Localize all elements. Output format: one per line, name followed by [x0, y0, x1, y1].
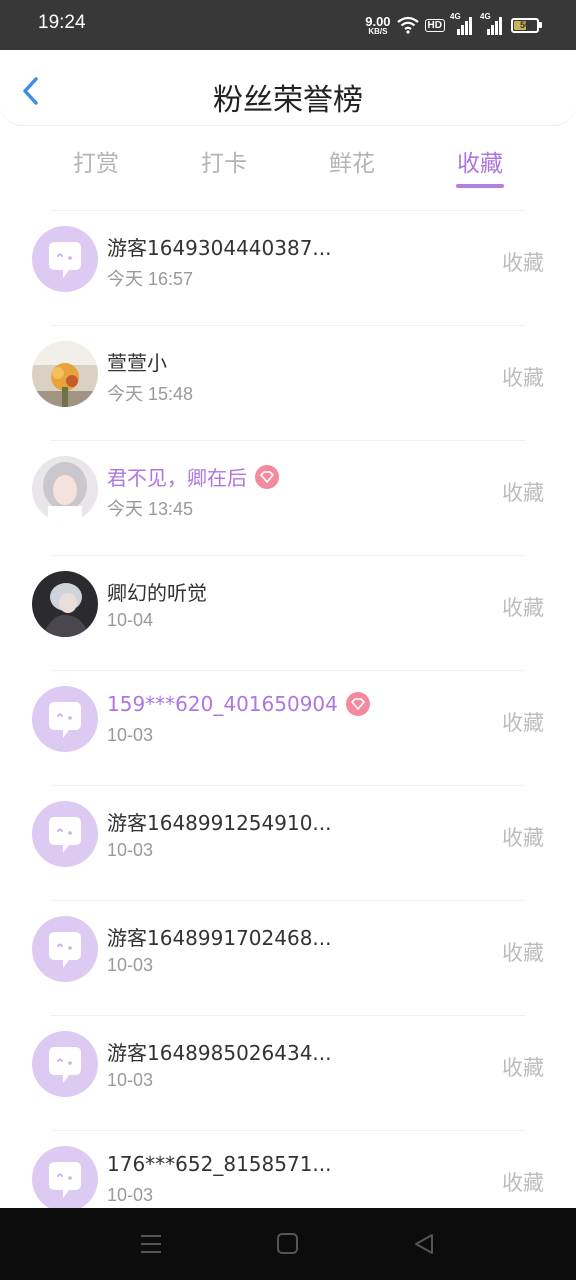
- tab-bar: 打赏 打卡 鲜花 收藏: [0, 126, 576, 200]
- home-square-icon: [277, 1233, 298, 1254]
- user-name: 萱萱小: [107, 351, 167, 375]
- list-item[interactable]: 游客1648991702468... 10-03 收藏: [0, 900, 576, 1015]
- list-item[interactable]: 游客1649304440387... 今天 16:57 收藏: [0, 210, 576, 325]
- avatar: [32, 226, 98, 292]
- timestamp: 10-03: [107, 1070, 154, 1090]
- default-avatar-icon: [49, 817, 81, 853]
- avatar: [32, 686, 98, 752]
- hd-icon: HD: [424, 18, 445, 32]
- list-item[interactable]: 159***620_401650904 10-03 收藏: [0, 670, 576, 785]
- action-label: 收藏: [502, 366, 544, 390]
- action-label: 收藏: [502, 941, 544, 965]
- tab-flowers[interactable]: 鲜花: [302, 144, 402, 178]
- avatar: [32, 1031, 98, 1097]
- user-photo: [32, 571, 98, 637]
- tab-favorites[interactable]: 收藏: [430, 144, 530, 178]
- network-speed: 9.00 KB/S: [365, 13, 391, 36]
- action-label: 收藏: [502, 711, 544, 735]
- action-label: 收藏: [502, 251, 544, 275]
- action-label: 收藏: [502, 481, 544, 505]
- tab-checkin[interactable]: 打卡: [174, 144, 274, 178]
- user-name: 君不见，卿在后: [107, 462, 279, 491]
- user-name: 159***620_401650904: [107, 692, 370, 716]
- vip-diamond-icon: [255, 464, 279, 489]
- timestamp: 今天 15:48: [107, 384, 194, 404]
- action-label: 收藏: [502, 826, 544, 850]
- fan-list: 游客1649304440387... 今天 16:57 收藏 萱萱小 今天 15…: [0, 210, 576, 1245]
- avatar: [32, 456, 98, 522]
- avatar: [32, 571, 98, 637]
- status-time: 19:24: [38, 12, 86, 33]
- header: 粉丝荣誉榜: [0, 50, 576, 126]
- system-nav-bar: [0, 1208, 576, 1280]
- tab-tip[interactable]: 打赏: [46, 144, 146, 178]
- list-item[interactable]: 萱萱小 今天 15:48 收藏: [0, 325, 576, 440]
- user-name: 游客1648991254910...: [107, 811, 332, 835]
- back-triangle-icon: [415, 1234, 433, 1254]
- user-name: 游客1648991702468...: [107, 926, 332, 950]
- back-nav-button[interactable]: [410, 1231, 438, 1257]
- avatar: [32, 801, 98, 867]
- user-photo: [32, 341, 98, 407]
- signal-icon: 4G: [450, 12, 475, 35]
- timestamp: 今天 13:45: [107, 499, 194, 519]
- user-name: 游客1648985026434...: [107, 1041, 332, 1065]
- wifi-icon: [396, 16, 419, 34]
- list-item[interactable]: 游客1648991254910... 10-03 收藏: [0, 785, 576, 900]
- default-avatar-icon: [49, 702, 81, 738]
- user-name: 176***652_8158571...: [107, 1152, 332, 1176]
- user-name: 游客1649304440387...: [107, 236, 332, 260]
- list-item[interactable]: 游客1648985026434... 10-03 收藏: [0, 1015, 576, 1130]
- default-avatar-icon: [49, 242, 81, 278]
- timestamp: 10-04: [107, 610, 154, 630]
- user-name: 卿幻的听觉: [107, 581, 207, 605]
- menu-button[interactable]: [138, 1231, 166, 1257]
- avatar: [32, 916, 98, 982]
- timestamp: 10-03: [107, 1185, 154, 1205]
- status-icons: 9.00 KB/S HD 4G 4G 50: [365, 12, 542, 38]
- avatar: [32, 341, 98, 407]
- action-label: 收藏: [502, 1056, 544, 1080]
- timestamp: 今天 16:57: [107, 269, 194, 289]
- action-label: 收藏: [502, 596, 544, 620]
- active-tab-indicator: [456, 184, 504, 188]
- list-item[interactable]: 君不见，卿在后 今天 13:45 收藏: [0, 440, 576, 555]
- list-item[interactable]: 卿幻的听觉 10-04 收藏: [0, 555, 576, 670]
- default-avatar-icon: [49, 1047, 81, 1083]
- menu-icon: [141, 1235, 161, 1253]
- avatar: [32, 1146, 98, 1212]
- user-photo: [32, 456, 98, 522]
- home-button[interactable]: [274, 1231, 302, 1257]
- battery-icon: 50: [511, 17, 542, 33]
- signal-icon: 4G: [480, 12, 505, 35]
- vip-diamond-icon: [345, 692, 370, 716]
- timestamp: 10-03: [107, 955, 154, 975]
- timestamp: 10-03: [107, 840, 154, 860]
- default-avatar-icon: [49, 932, 81, 968]
- action-label: 收藏: [502, 1171, 544, 1195]
- page-title: 粉丝荣誉榜: [213, 83, 363, 118]
- status-bar: 19:24 9.00 KB/S HD 4G 4G 50: [0, 0, 576, 50]
- default-avatar-icon: [49, 1162, 81, 1198]
- timestamp: 10-03: [107, 725, 154, 745]
